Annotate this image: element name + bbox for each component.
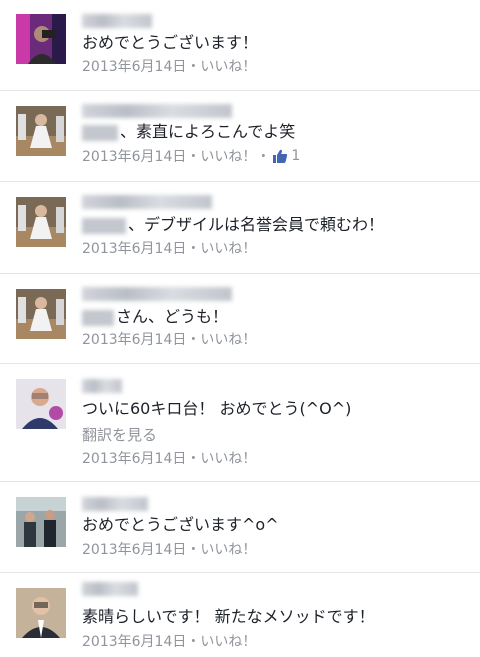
comment-text: ついに60キロ台！ おめでとう(^O^): [82, 399, 352, 418]
comment-text: 、素直によろこんでよ笑: [82, 122, 472, 142]
thumbs-up-icon: [273, 149, 288, 163]
comment-date[interactable]: 2013年6月14日: [82, 241, 186, 257]
avatar-image: [16, 289, 66, 339]
comment-item: おめでとうございます^o^ 2013年6月14日・いいね！: [0, 481, 480, 573]
mention-redacted[interactable]: [82, 309, 114, 326]
avatar-image: [16, 14, 66, 64]
comment-item: おめでとうございます！ 2013年6月14日・いいね！: [0, 0, 480, 91]
commenter-name-redacted[interactable]: [82, 497, 148, 511]
comment-date[interactable]: 2013年6月14日: [82, 542, 186, 558]
comment-item: 、デブザイルは名誉会員で頼むわ！ 2013年6月14日・いいね！: [0, 181, 480, 274]
like-count[interactable]: 1: [270, 148, 300, 164]
avatar-image: [16, 106, 66, 156]
separator-dot: ・: [186, 634, 201, 650]
avatar-image: [16, 588, 66, 638]
like-link[interactable]: いいね！: [200, 451, 256, 467]
comment-text: おめでとうございます^o^: [82, 515, 279, 534]
comment-date[interactable]: 2013年6月14日: [82, 59, 186, 75]
avatar-image: [16, 497, 66, 547]
commenter-name-redacted[interactable]: [82, 287, 232, 301]
separator-dot: ・: [186, 241, 201, 257]
avatar[interactable]: [16, 106, 66, 156]
comment-date[interactable]: 2013年6月14日: [82, 332, 186, 348]
separator-dot: ・: [186, 59, 201, 75]
commenter-name-redacted[interactable]: [82, 582, 138, 596]
like-link[interactable]: いいね！: [200, 59, 256, 75]
avatar-image: [16, 379, 66, 429]
avatar[interactable]: [16, 379, 66, 429]
comment-meta: 2013年6月14日・いいね！・ 1: [82, 146, 300, 166]
separator-dot: ・: [186, 542, 201, 558]
comment-meta: 2013年6月14日・いいね！: [82, 448, 256, 468]
commenter-name-redacted[interactable]: [82, 379, 122, 393]
avatar[interactable]: [16, 588, 66, 638]
comment-meta: 2013年6月14日・いいね！: [82, 56, 256, 76]
comment-item: 、素直によろこんでよ笑 2013年6月14日・いいね！・ 1: [0, 90, 480, 182]
comment-item: さん、どうも！ 2013年6月14日・いいね！: [0, 273, 480, 364]
comment-meta: 2013年6月14日・いいね！: [82, 539, 256, 559]
comment-text-body: さん、どうも！: [116, 307, 229, 326]
separator-dot: ・: [186, 149, 201, 165]
avatar[interactable]: [16, 289, 66, 339]
separator-dot: ・: [186, 332, 201, 348]
comment-meta: 2013年6月14日・いいね！: [82, 329, 256, 349]
see-translation-link[interactable]: 翻訳を見る: [82, 424, 157, 445]
comment-text-body: 、素直によろこんでよ笑: [120, 122, 296, 141]
like-count-value: 1: [291, 148, 301, 164]
comment-text: 素晴らしいです！ 新たなメソッドです！: [82, 607, 375, 626]
comment-text-body: 、デブザイルは名誉会員で頼むわ！: [128, 215, 385, 234]
comment-meta: 2013年6月14日・いいね！: [82, 631, 256, 651]
separator-dot: ・: [256, 149, 271, 165]
like-link[interactable]: いいね！: [200, 241, 256, 257]
commenter-name-redacted[interactable]: [82, 195, 212, 209]
comment-text: さん、どうも！: [82, 307, 472, 327]
comment-date[interactable]: 2013年6月14日: [82, 149, 186, 165]
like-link[interactable]: いいね！: [200, 542, 256, 558]
comment-meta: 2013年6月14日・いいね！: [82, 238, 256, 258]
comment-date[interactable]: 2013年6月14日: [82, 451, 186, 467]
avatar[interactable]: [16, 197, 66, 247]
commenter-name-redacted[interactable]: [82, 104, 232, 118]
commenter-name-redacted[interactable]: [82, 14, 152, 28]
avatar[interactable]: [16, 497, 66, 547]
separator-dot: ・: [186, 451, 201, 467]
comment-item: 素晴らしいです！ 新たなメソッドです！ 2013年6月14日・いいね！: [0, 572, 480, 657]
mention-redacted[interactable]: [82, 217, 126, 234]
avatar[interactable]: [16, 14, 66, 64]
like-link[interactable]: いいね！: [200, 332, 256, 348]
like-link[interactable]: いいね！: [200, 149, 256, 165]
like-link[interactable]: いいね！: [200, 634, 256, 650]
comment-item: ついに60キロ台！ おめでとう(^O^) 翻訳を見る 2013年6月14日・いい…: [0, 363, 480, 482]
comment-text: おめでとうございます！: [82, 33, 259, 52]
comment-text: 、デブザイルは名誉会員で頼むわ！: [82, 215, 472, 235]
mention-redacted[interactable]: [82, 124, 118, 141]
avatar-image: [16, 197, 66, 247]
comment-date[interactable]: 2013年6月14日: [82, 634, 186, 650]
